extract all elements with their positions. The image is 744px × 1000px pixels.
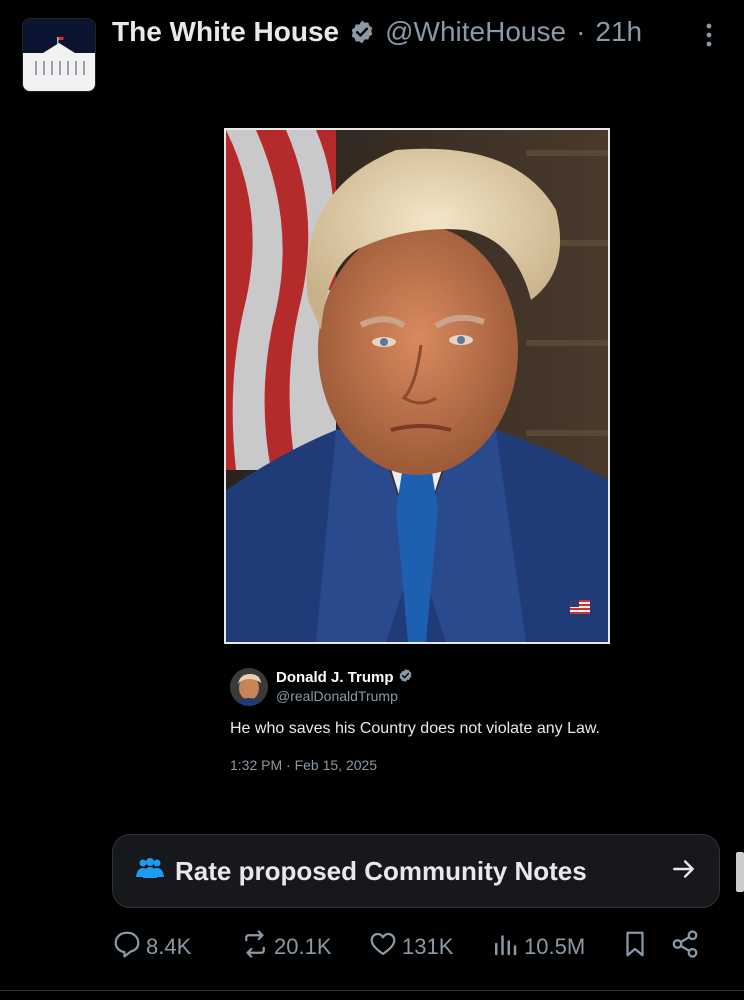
repost-button[interactable]: 20.1K [240,929,368,965]
post-image[interactable] [224,128,610,644]
reply-icon [112,929,142,965]
quoted-author-name-row: Donald J. Trump [276,668,413,687]
share-button[interactable] [670,929,710,965]
reply-count: 8.4K [146,934,192,959]
bookmark-button[interactable] [620,929,670,965]
separator-dot: · [576,16,586,47]
quoted-post-text: He who saves his Country does not violat… [230,720,600,737]
reply-button[interactable]: 8.4K [112,929,240,965]
tweet-header: The White House @WhiteHouse · 21h [112,12,684,52]
repost-icon [240,929,270,965]
whitehouse-avatar[interactable] [22,18,96,92]
author-name[interactable]: The White House [112,16,339,48]
view-count: 10.5M [524,934,586,959]
repost-count: 20.1K [274,934,332,959]
quoted-author-name[interactable]: Donald J. Trump [276,669,394,686]
community-notes-label: Rate proposed Community Notes [175,855,587,886]
quoted-post-timestamp[interactable]: 1:32 PM · Feb 15, 2025 [230,757,377,773]
quoted-author-avatar[interactable] [230,668,268,706]
arrow-right-icon [671,856,697,887]
action-bar: 8.4K 20.1K 131K 10.5M [112,926,712,968]
quoted-author-handle[interactable]: @realDonaldTrump [276,688,398,704]
rate-community-notes-button[interactable]: Rate proposed Community Notes [112,834,720,908]
scrollbar-thumb[interactable] [736,852,744,892]
people-icon [135,857,165,886]
quoted-verified-icon [398,668,413,687]
bookmark-icon [620,929,650,965]
divider [0,990,744,991]
share-icon [670,929,700,965]
author-handle[interactable]: @WhiteHouse [385,16,566,48]
like-button[interactable]: 131K [368,929,490,965]
views-button[interactable]: 10.5M [490,929,620,965]
like-count: 131K [402,934,454,959]
views-chart-icon [490,929,520,965]
verified-badge-icon [349,19,375,45]
heart-icon [368,929,398,965]
more-options-icon[interactable] [700,22,718,48]
post-time[interactable]: 21h [595,16,642,48]
